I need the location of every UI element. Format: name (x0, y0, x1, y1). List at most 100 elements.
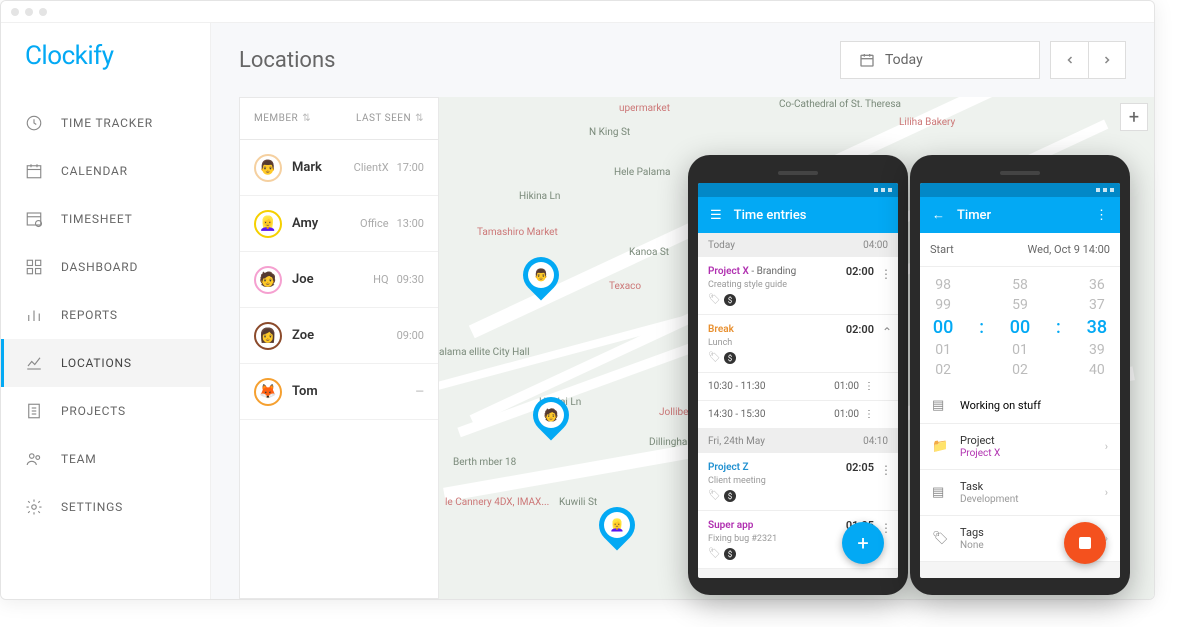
member-row[interactable]: 👩Zoe09:00 (240, 308, 438, 364)
sidebar-item-locations[interactable]: LOCATIONS (1, 339, 210, 387)
avatar: 🦊 (254, 378, 282, 406)
entry-duration: 02:05 (846, 461, 874, 474)
entry-duration: 02:00 (846, 323, 874, 336)
entry-description: Client meeting (708, 476, 888, 486)
sidebar: Clockify TIME TRACKERCALENDARTIMESHEETDA… (1, 23, 211, 599)
sub-entry[interactable]: 14:30 - 15:3001:00 ⋮ (698, 401, 898, 429)
prev-button[interactable] (1050, 41, 1088, 79)
sidebar-item-dashboard[interactable]: DASHBOARD (1, 243, 210, 291)
back-icon[interactable]: ← (932, 207, 945, 223)
day-header: Today04:00 (698, 233, 898, 257)
map-label: N King St (589, 127, 630, 138)
grid-icon (25, 258, 43, 276)
date-picker-button[interactable]: Today (840, 41, 1040, 79)
map-label: upermarket (619, 103, 670, 114)
time-entry[interactable]: Break02:00Lunch🏷$⌃ (698, 315, 898, 373)
member-name: Zoe (292, 328, 389, 343)
billable-icon: $ (724, 352, 736, 364)
timesheet-icon (25, 210, 43, 228)
app-bar-title: Timer (957, 208, 1083, 223)
member-row[interactable]: 🦊 Tom — (240, 364, 438, 420)
map-pin[interactable]: 👨 (523, 257, 559, 303)
team-icon (25, 450, 43, 468)
timer-field-task[interactable]: ▤TaskDevelopment› (920, 470, 1120, 516)
sidebar-item-time-tracker[interactable]: TIME TRACKER (1, 99, 210, 147)
sidebar-item-projects[interactable]: PROJECTS (1, 387, 210, 435)
picker-row[interactable]: 995937 (920, 295, 1120, 315)
gear-icon (25, 498, 43, 516)
member-column-header[interactable]: MEMBER⇅ (254, 113, 356, 124)
nav-label: TEAM (61, 452, 97, 466)
more-icon[interactable]: ⋮ (1095, 208, 1108, 223)
member-location: ClientX (354, 161, 389, 174)
bars-icon (25, 306, 43, 324)
sidebar-item-team[interactable]: TEAM (1, 435, 210, 483)
map-pin[interactable]: 🧑 (533, 397, 569, 443)
sort-icon: ⇅ (302, 113, 311, 124)
lastseen-column-header[interactable]: LAST SEEN⇅ (356, 113, 424, 124)
picker-row[interactable]: 985836 (920, 275, 1120, 295)
sidebar-item-calendar[interactable]: CALENDAR (1, 147, 210, 195)
sidebar-item-timesheet[interactable]: TIMESHEET (1, 195, 210, 243)
page-title: Locations (239, 48, 335, 73)
hamburger-icon[interactable]: ☰ (710, 208, 722, 223)
time-picker[interactable]: 98583699593700:00:38010139020240 (920, 267, 1120, 388)
sidebar-item-settings[interactable]: SETTINGS (1, 483, 210, 531)
map-label: Co-Cathedral of St. Theresa (779, 99, 901, 110)
member-name: Amy (292, 216, 360, 231)
add-entry-fab[interactable]: + (842, 522, 884, 564)
entry-more-icon[interactable]: ⌃ (882, 325, 892, 339)
nav-label: PROJECTS (61, 404, 126, 418)
calendar-icon (25, 162, 43, 180)
entry-project: Super app (708, 520, 753, 531)
entry-more-icon[interactable]: ⋮ (880, 463, 892, 477)
member-time: 13:00 (397, 217, 424, 230)
member-row[interactable]: 👨MarkClientX17:00 (240, 140, 438, 196)
entry-project: Project X - Branding (708, 266, 796, 277)
sidebar-item-reports[interactable]: REPORTS (1, 291, 210, 339)
start-label: Start (930, 243, 954, 256)
nav-label: TIMESHEET (61, 212, 133, 226)
app-bar-title: Time entries (734, 208, 886, 223)
map-zoom-in-button[interactable]: + (1120, 103, 1148, 131)
member-time: 17:00 (397, 161, 424, 174)
nav-label: CALENDAR (61, 164, 128, 178)
member-name: Tom (292, 384, 407, 399)
time-entry[interactable]: Project X - Branding02:00Creating style … (698, 257, 898, 315)
member-name: Joe (292, 272, 373, 287)
map-label: le Cannery 4DX, IMAX... (445, 497, 549, 508)
picker-row[interactable]: 010139 (920, 340, 1120, 360)
calendar-icon (859, 52, 875, 68)
description-field[interactable]: Working on stuff (960, 399, 1041, 412)
tag-icon: 🏷 (708, 548, 720, 560)
tag-icon: 🏷 (708, 490, 720, 502)
member-row[interactable]: 👱‍♀️AmyOffice13:00 (240, 196, 438, 252)
timer-field-project[interactable]: 📁ProjectProject X› (920, 424, 1120, 470)
date-label: Today (885, 52, 923, 68)
entry-project: Project Z (708, 462, 749, 473)
sub-entry[interactable]: 10:30 - 11:3001:00 ⋮ (698, 373, 898, 401)
nav-label: LOCATIONS (61, 356, 132, 370)
picker-row[interactable]: 00:00:38 (920, 315, 1120, 340)
member-row[interactable]: 🧑JoeHQ09:30 (240, 252, 438, 308)
tag-icon: 🏷 (932, 531, 948, 546)
next-button[interactable] (1088, 41, 1126, 79)
map-label: Kanoa St (629, 247, 669, 258)
stop-timer-fab[interactable] (1064, 522, 1106, 564)
entry-description: Lunch (708, 338, 888, 348)
task-icon: ▤ (932, 485, 948, 500)
entry-more-icon[interactable]: ⋮ (880, 267, 892, 281)
field-label: Project (960, 434, 1093, 447)
billable-icon: $ (724, 548, 736, 560)
member-time: — (415, 385, 424, 398)
window-titlebar (1, 1, 1154, 23)
window-dot (11, 8, 19, 16)
picker-row[interactable]: 020240 (920, 360, 1120, 380)
day-header: Fri, 24th May04:10 (698, 429, 898, 453)
entry-description: Creating style guide (708, 280, 888, 290)
time-entry[interactable]: Project Z02:05Client meeting🏷$⋮ (698, 453, 898, 511)
map-pin[interactable]: 👱‍♀️ (599, 507, 635, 553)
folder-icon: 📁 (932, 439, 948, 454)
member-panel: MEMBER⇅ LAST SEEN⇅ 👨MarkClientX17:00👱‍♀️… (239, 97, 439, 599)
map-label: Kuwili St (559, 497, 597, 508)
